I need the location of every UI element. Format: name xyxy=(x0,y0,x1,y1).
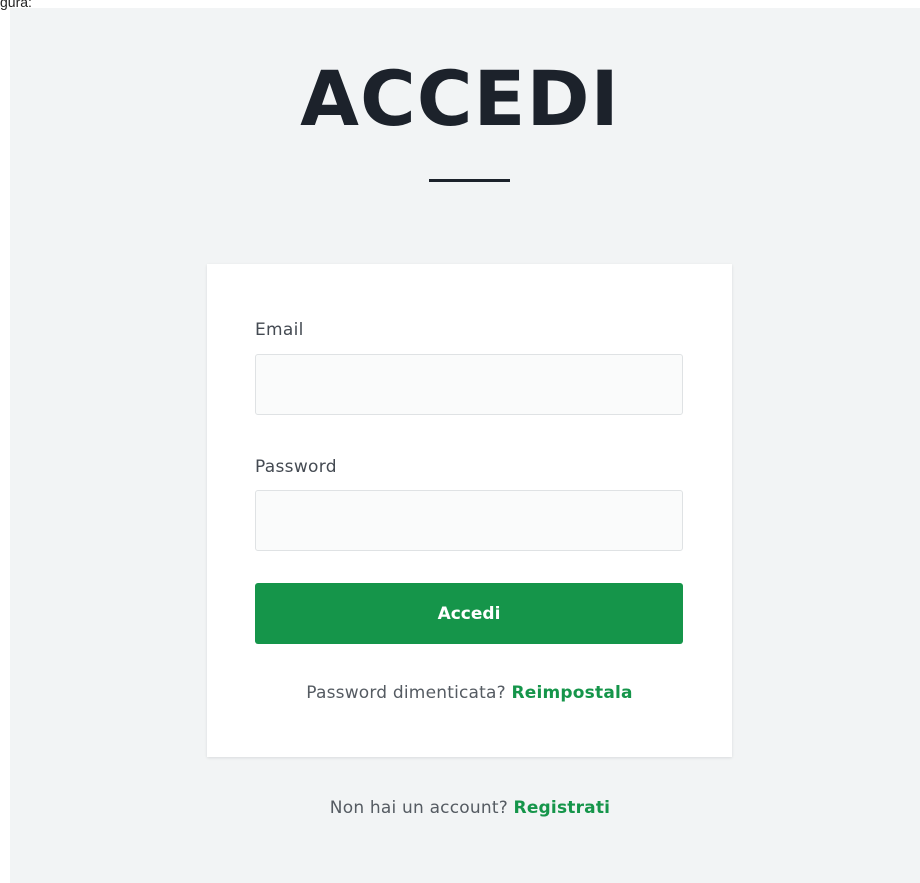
signup-prompt: Non hai un account? xyxy=(329,798,508,818)
email-field[interactable] xyxy=(255,354,683,415)
forgot-password-prompt: Password dimenticata? xyxy=(306,683,506,703)
login-button[interactable]: Accedi xyxy=(255,583,683,644)
page-title: ACCEDI xyxy=(300,54,620,143)
password-field[interactable] xyxy=(255,490,683,551)
password-label: Password xyxy=(255,457,337,477)
register-link[interactable]: Registrati xyxy=(514,798,611,818)
reset-password-link[interactable]: Reimpostala xyxy=(511,683,632,703)
signup-row: Non hai un account? Registrati xyxy=(0,798,920,818)
email-label: Email xyxy=(255,320,304,340)
title-underline xyxy=(429,179,510,182)
forgot-password-row: Password dimenticata? Reimpostala xyxy=(207,683,732,703)
